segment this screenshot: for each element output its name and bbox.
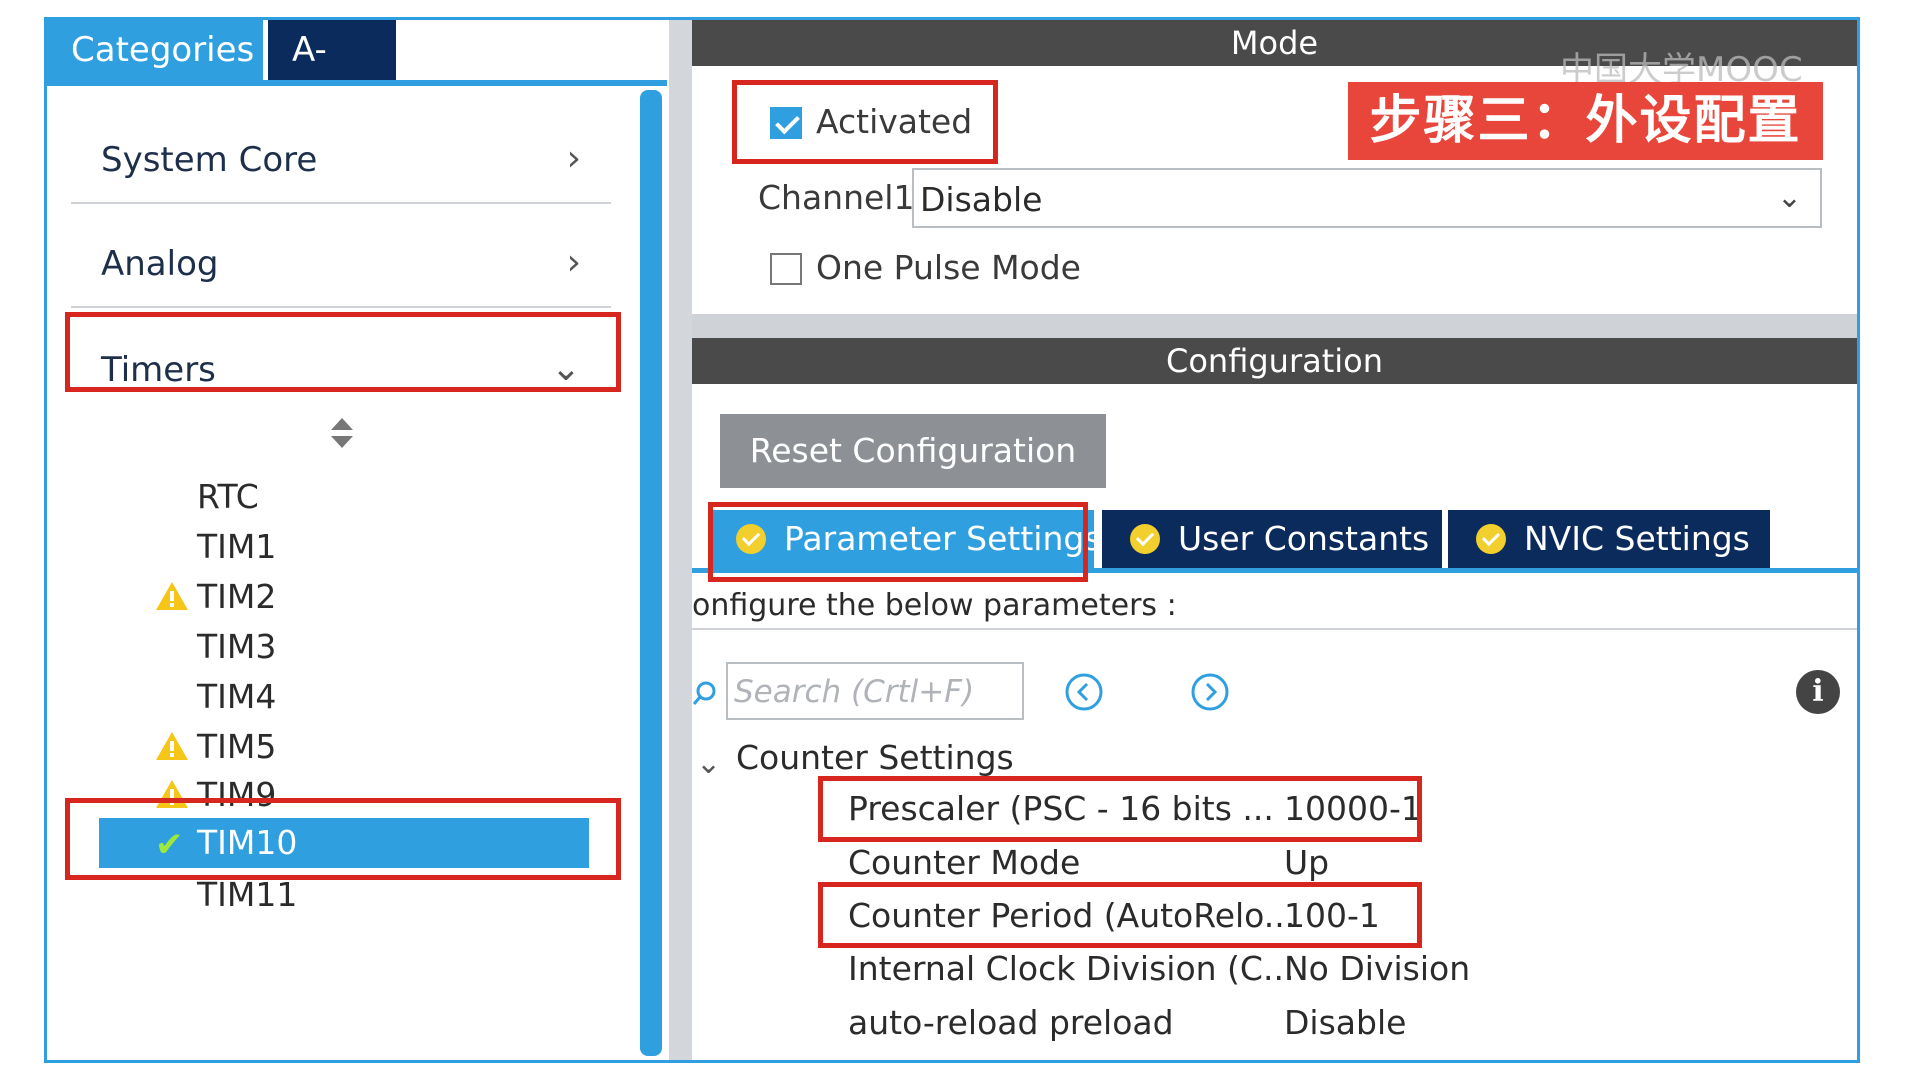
category-label: System Core [101,140,318,180]
highlight-box-counter-period [818,882,1422,948]
chevron-right-icon: › [566,242,581,283]
tab-underline [47,80,667,86]
tab-a-to-z[interactable]: A->Z [268,20,396,130]
highlight-box-prescaler [818,776,1422,842]
param-row-clock-division[interactable]: Internal Clock Division (C... No Divisio… [848,944,1488,994]
step-banner: 步骤三：外设配置 [1348,82,1823,160]
left-tabbar: Categories A->Z [47,20,667,130]
timer-name: TIM3 [197,627,277,666]
tab-nvic-settings[interactable]: NVIC Settings [1448,510,1770,568]
counter-settings-group[interactable]: Counter Settings [736,738,1014,777]
next-icon[interactable] [1190,672,1230,712]
reset-configuration-button[interactable]: Reset Configuration [720,414,1106,488]
tab-categories[interactable]: Categories [47,20,263,80]
tab-label: User Constants [1178,519,1430,558]
timer-item-tim5[interactable]: TIM5 [99,722,599,772]
highlight-box-timers [65,312,621,392]
param-value[interactable]: Disable [1284,998,1406,1048]
info-icon[interactable]: i [1796,670,1840,714]
param-value[interactable]: Up [1284,838,1329,888]
one-pulse-label: One Pulse Mode [816,248,1081,287]
tab-user-constants[interactable]: User Constants [1102,510,1442,568]
category-analog[interactable]: Analog › [71,216,611,308]
timer-item-tim4[interactable]: TIM4 [99,672,599,722]
param-row-counter-mode[interactable]: Counter Mode Up [848,838,1488,888]
timer-name: TIM1 [197,527,277,566]
search-icon[interactable] [692,680,718,706]
highlight-box-activated [732,80,998,164]
highlight-box-parameter-settings [708,502,1088,582]
timer-name: TIM2 [197,577,277,616]
category-label: Analog [101,244,219,284]
warning-icon [156,732,188,760]
chevron-down-icon[interactable]: ⌄ [696,746,721,781]
timer-name: RTC [197,477,259,516]
sort-icon[interactable] [329,416,355,450]
configuration-header: Configuration [692,338,1857,384]
check-circle-icon [1130,524,1160,554]
one-pulse-checkbox[interactable] [770,253,802,285]
timer-item-tim1[interactable]: TIM1 [99,522,599,572]
param-name: Counter Mode [848,843,1081,882]
check-circle-icon [1476,524,1506,554]
tab-label: NVIC Settings [1524,519,1750,558]
warning-icon [156,582,188,610]
timer-name: TIM5 [197,727,277,766]
timer-item-rtc[interactable]: RTC [99,472,599,522]
timer-name: TIM4 [197,677,277,716]
param-value[interactable]: No Division [1284,944,1470,994]
param-row-auto-reload[interactable]: auto-reload preload Disable [848,998,1488,1048]
param-name: auto-reload preload [848,1003,1174,1042]
chevron-down-icon: ⌄ [1776,180,1802,215]
previous-icon[interactable] [1064,672,1104,712]
chevron-right-icon: › [566,138,581,179]
search-placeholder: Search (Crtl+F) [734,674,975,710]
divider [692,628,1857,630]
section-gap [692,314,1857,338]
channel1-select[interactable]: Disable ⌄ [912,168,1822,228]
configure-instruction: onfigure the below parameters : [692,588,1177,623]
channel1-label: Channel1 [758,178,915,217]
left-panel: Categories A->Z System Core › Analog › T… [47,20,695,1060]
left-scrollbar[interactable] [640,90,662,1056]
channel1-value: Disable [920,180,1043,219]
right-panel: Mode 中国大学MOOC 步骤三：外设配置 Activated Channel… [692,20,1857,1060]
param-name: Internal Clock Division (C... [848,949,1295,988]
timer-item-tim3[interactable]: TIM3 [99,622,599,672]
timer-item-tim2[interactable]: TIM2 [99,572,599,622]
search-input[interactable]: Search (Crtl+F) [726,662,1024,720]
highlight-box-tim10 [65,798,621,880]
category-system-core[interactable]: System Core › [71,112,611,204]
